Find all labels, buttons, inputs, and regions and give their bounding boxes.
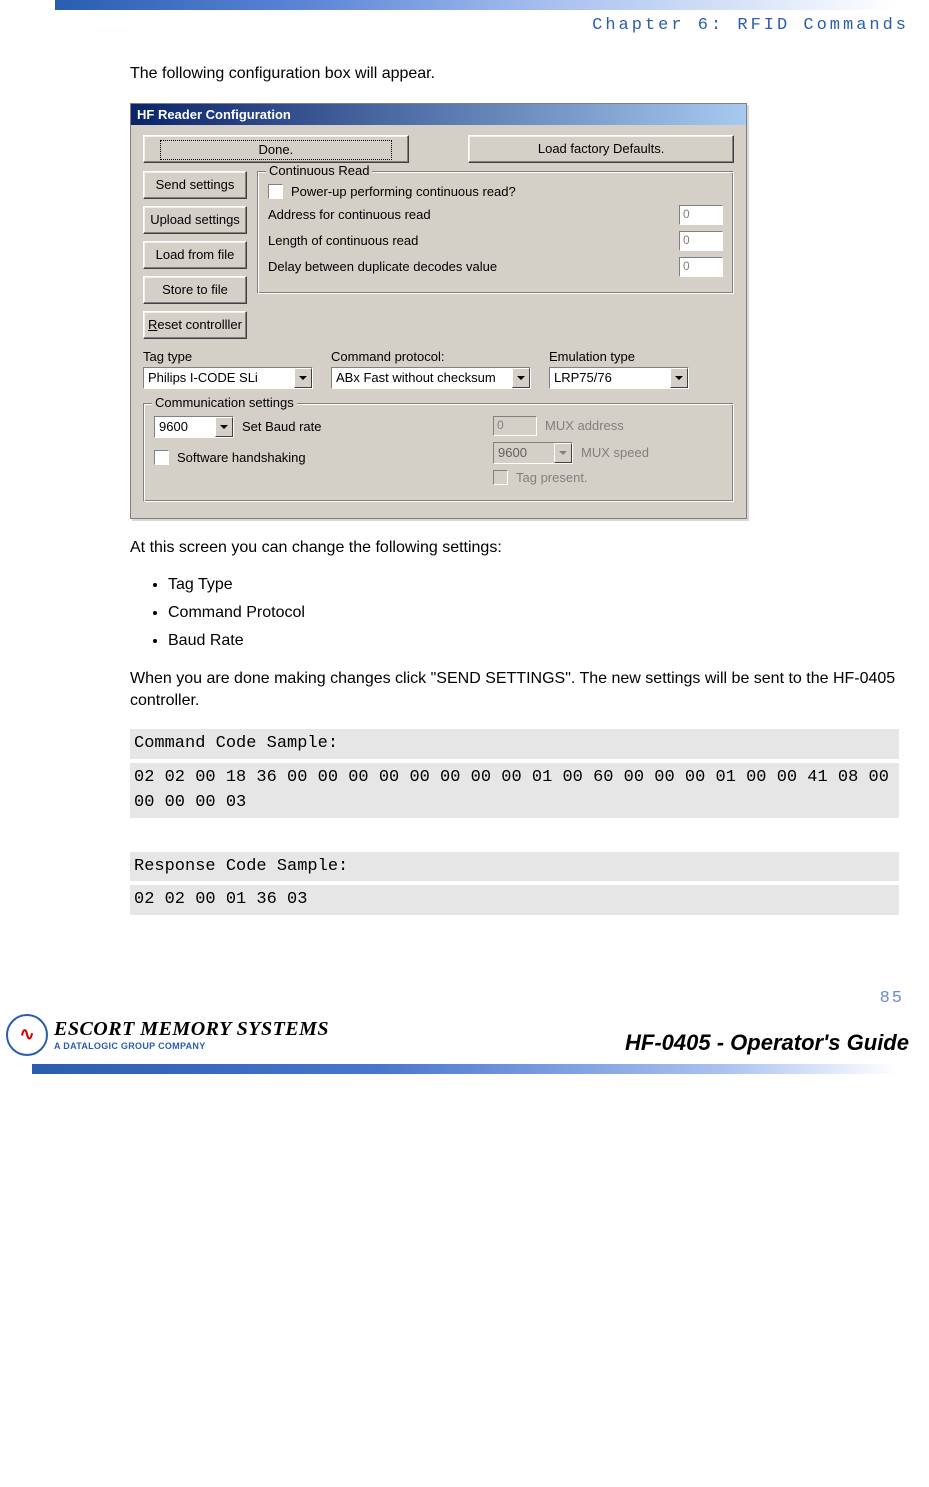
handshake-checkbox[interactable] (154, 450, 169, 465)
intro-text: The following configuration box will app… (130, 63, 899, 85)
bottom-stripe (32, 1064, 897, 1074)
chevron-down-icon (554, 443, 572, 463)
chevron-down-icon[interactable] (512, 368, 530, 388)
len-label: Length of continuous read (268, 233, 418, 248)
top-stripe (55, 0, 897, 10)
chapter-header: Chapter 6: RFID Commands (0, 10, 929, 35)
mux-addr-label: MUX address (545, 418, 624, 433)
len-input[interactable]: 0 (679, 231, 723, 251)
chevron-down-icon[interactable] (670, 368, 688, 388)
tag-type-combo[interactable]: Philips I-CODE SLi (143, 367, 313, 389)
addr-input[interactable]: 0 (679, 205, 723, 225)
continuous-read-legend: Continuous Read (266, 163, 372, 178)
emulation-type-label: Emulation type (549, 349, 689, 364)
upload-settings-button[interactable]: Upload settings (143, 206, 247, 234)
powerup-label: Power-up performing continuous read? (291, 184, 516, 199)
store-to-file-button[interactable]: Store to file (143, 276, 247, 304)
delay-label: Delay between duplicate decodes value (268, 259, 497, 274)
send-settings-button[interactable]: Send settings (143, 171, 247, 199)
tag-present-label: Tag present. (516, 470, 588, 485)
load-defaults-button[interactable]: Load factory Defaults. (468, 135, 734, 163)
list-item: Tag Type (168, 576, 899, 594)
mux-speed-label: MUX speed (581, 445, 649, 460)
handshake-label: Software handshaking (177, 450, 306, 465)
hf-reader-dialog: HF Reader Configuration Done. Load facto… (130, 103, 747, 519)
tag-present-checkbox (493, 470, 508, 485)
page-footer: ∿ ESCORT MEMORY SYSTEMS A DATALOGIC GROU… (0, 1014, 929, 1060)
after-dialog-text: At this screen you can change the follow… (130, 537, 899, 559)
emulation-type-combo[interactable]: LRP75/76 (549, 367, 689, 389)
load-from-file-button[interactable]: Load from file (143, 241, 247, 269)
page-number: 85 (0, 919, 929, 1014)
company-tagline: A DATALOGIC GROUP COMPANY (54, 1041, 329, 1051)
comm-legend: Communication settings (152, 395, 297, 410)
list-item: Baud Rate (168, 632, 899, 650)
command-protocol-label: Command protocol: (331, 349, 531, 364)
baud-rate-label: Set Baud rate (242, 419, 322, 434)
chevron-down-icon[interactable] (215, 417, 233, 437)
mux-addr-input: 0 (493, 416, 537, 436)
addr-label: Address for continuous read (268, 207, 431, 222)
company-name: ESCORT MEMORY SYSTEMS (54, 1018, 329, 1041)
list-item: Command Protocol (168, 604, 899, 622)
response-code-body: 02 02 00 01 36 03 (130, 885, 899, 915)
chevron-down-icon[interactable] (294, 368, 312, 388)
powerup-checkbox[interactable] (268, 184, 283, 199)
tag-type-label: Tag type (143, 349, 313, 364)
command-code-label: Command Code Sample: (130, 729, 899, 759)
command-code-body: 02 02 00 18 36 00 00 00 00 00 00 00 00 0… (130, 763, 899, 818)
reset-controller-button[interactable]: RReset controlllereset controlller (143, 311, 247, 339)
baud-rate-combo[interactable]: 9600 (154, 416, 234, 438)
guide-title: HF-0405 - Operator's Guide (625, 1030, 909, 1056)
response-code-label: Response Code Sample: (130, 852, 899, 882)
delay-input[interactable]: 0 (679, 257, 723, 277)
command-protocol-combo[interactable]: ABx Fast without checksum (331, 367, 531, 389)
settings-list: Tag Type Command Protocol Baud Rate (168, 576, 899, 650)
continuous-read-group: Continuous Read Power-up performing cont… (257, 171, 734, 294)
dialog-titlebar: HF Reader Configuration (131, 104, 746, 125)
done-instructions: When you are done making changes click "… (130, 668, 899, 711)
communication-settings-group: Communication settings 9600 Set Baud rat… (143, 403, 734, 502)
done-button[interactable]: Done. (143, 135, 409, 163)
ems-logo-icon: ∿ (6, 1014, 48, 1056)
mux-speed-combo: 9600 (493, 442, 573, 464)
